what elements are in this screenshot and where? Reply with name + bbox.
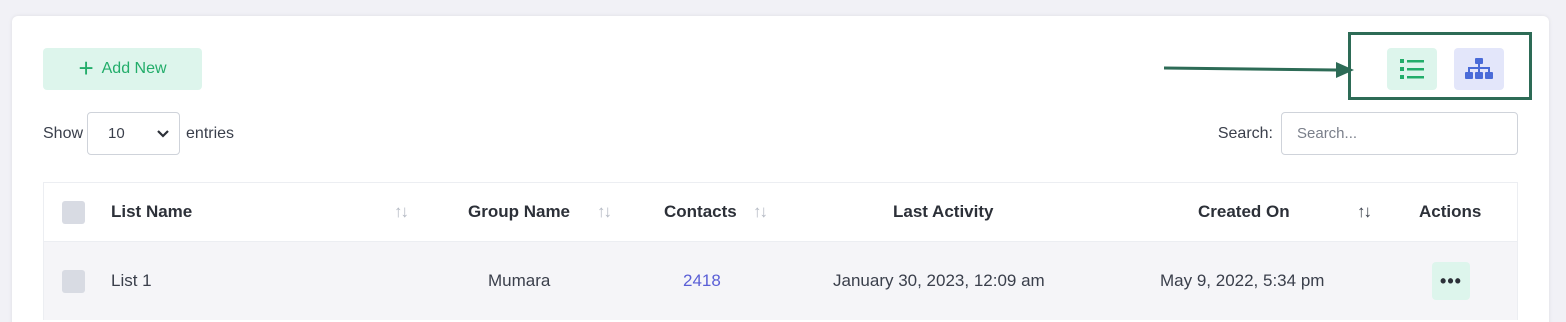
cell-actions: •••: [1432, 242, 1470, 320]
plus-icon: +: [78, 52, 94, 83]
select-all-cell: [62, 183, 85, 241]
list-view-button[interactable]: [1387, 48, 1437, 90]
row-actions-menu-button[interactable]: •••: [1432, 262, 1470, 300]
column-header-last-activity: Last Activity: [893, 202, 994, 221]
entries-length-control: Show 10 entries: [43, 112, 234, 155]
view-toggle-highlight: [1348, 32, 1532, 100]
sort-list-name-icon[interactable]: ↑↓: [394, 183, 409, 241]
tree-view-button[interactable]: [1454, 48, 1504, 90]
table-header-row: List Name ↑↓ Group Name ↑↓ Contacts ↑↓ L…: [44, 183, 1517, 242]
entries-select-value: 10: [108, 125, 125, 142]
lists-table: List Name ↑↓ Group Name ↑↓ Contacts ↑↓ L…: [43, 182, 1518, 320]
search-control: Search:: [1218, 112, 1518, 155]
search-input[interactable]: [1281, 112, 1518, 155]
cell-last-activity: January 30, 2023, 12:09 am: [833, 271, 1045, 290]
column-header-group-name[interactable]: Group Name: [468, 183, 570, 241]
column-header-contacts[interactable]: Contacts: [664, 183, 737, 241]
list-icon: [1400, 59, 1424, 79]
cell-created-on: May 9, 2022, 5:34 pm: [1160, 271, 1325, 290]
add-new-button[interactable]: + Add New: [43, 48, 202, 90]
entries-label: entries: [186, 124, 235, 142]
sort-group-name-icon[interactable]: ↑↓: [597, 183, 612, 241]
sort-created-on-icon[interactable]: ↑↓: [1357, 183, 1372, 241]
cell-list-name: List 1: [111, 271, 152, 290]
row-checkbox[interactable]: [62, 269, 85, 293]
contacts-link[interactable]: 2418: [683, 271, 721, 291]
search-label: Search:: [1217, 124, 1273, 142]
sort-contacts-icon[interactable]: ↑↓: [753, 183, 768, 241]
lists-card: + Add New Show 10 entries Search: Search…: [12, 16, 1549, 322]
table-row: List 1 Mumara 2418 January 30, 2023, 12:…: [44, 242, 1517, 320]
add-new-label: Add New: [101, 60, 167, 77]
select-all-checkbox[interactable]: [62, 200, 85, 224]
show-label: Show: [43, 124, 84, 142]
cell-group-name: Mumara: [488, 271, 551, 290]
sitemap-icon: [1465, 58, 1493, 79]
row-select-cell: [62, 242, 85, 320]
entries-select[interactable]: 10: [87, 112, 181, 155]
cell-contacts: 2418: [683, 242, 721, 320]
more-dots-icon: •••: [1440, 270, 1462, 291]
column-header-created-on[interactable]: Created On: [1198, 183, 1290, 241]
column-header-list-name[interactable]: List Name: [111, 183, 192, 241]
annotation-arrow: [1164, 62, 1354, 78]
chevron-down-icon: [157, 129, 169, 138]
column-header-actions: Actions: [1419, 202, 1482, 221]
